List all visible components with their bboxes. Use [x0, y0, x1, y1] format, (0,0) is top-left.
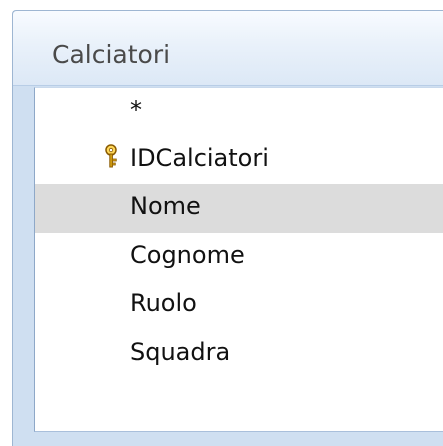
query-design-canvas: Calciatori * IDCalciatori Nome Cognome R… [0, 0, 443, 446]
field-label-nome: Nome [130, 192, 201, 220]
field-label-idcalciatori: IDCalciatori [130, 144, 269, 172]
field-label-ruolo: Ruolo [130, 289, 197, 317]
field-row-nome[interactable]: Nome [35, 184, 443, 233]
field-label-all: * [130, 96, 142, 124]
table-title: Calciatori [52, 40, 171, 69]
field-row-ruolo[interactable]: Ruolo [35, 281, 443, 330]
table-title-bar[interactable]: Calciatori [13, 11, 443, 86]
field-row-all[interactable]: * [35, 88, 443, 137]
field-label-cognome: Cognome [130, 241, 245, 269]
title-separator [13, 85, 443, 86]
field-list: * IDCalciatori Nome Cognome Ruolo Squadr… [34, 87, 443, 432]
field-row-cognome[interactable]: Cognome [35, 233, 443, 282]
field-row-idcalciatori[interactable]: IDCalciatori [35, 136, 443, 185]
field-label-squadra: Squadra [130, 338, 231, 366]
field-row-squadra[interactable]: Squadra [35, 330, 443, 379]
key-icon [105, 144, 117, 168]
table-field-list-window[interactable]: Calciatori * IDCalciatori Nome Cognome R… [12, 10, 443, 446]
